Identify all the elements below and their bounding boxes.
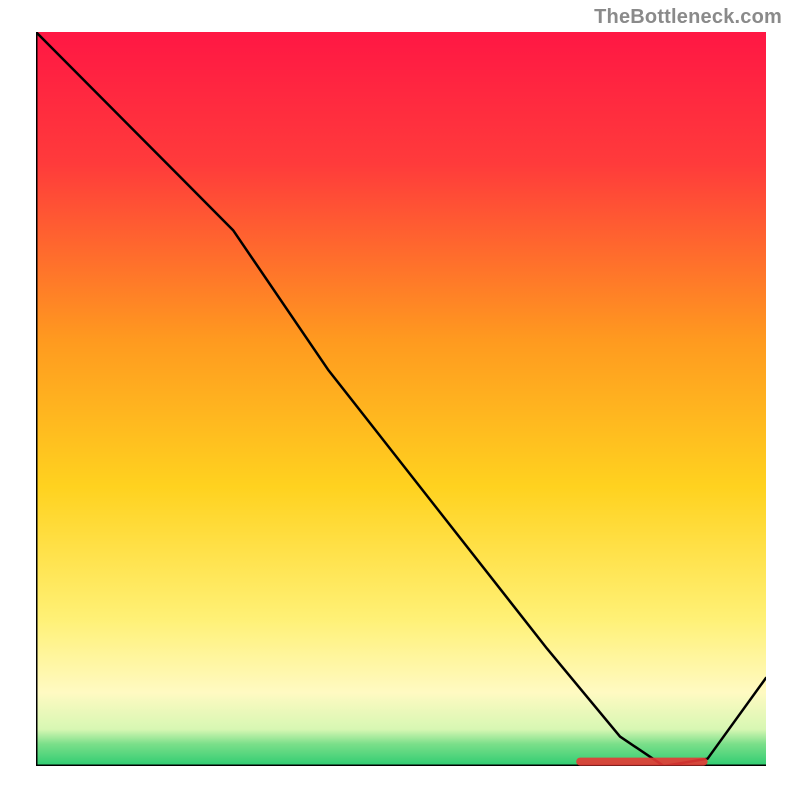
chart-container: TheBottleneck.com [0, 0, 800, 800]
plot-area [36, 32, 766, 766]
optimal-range-marker [576, 758, 707, 766]
chart-svg [36, 32, 766, 766]
watermark-text: TheBottleneck.com [594, 6, 782, 29]
